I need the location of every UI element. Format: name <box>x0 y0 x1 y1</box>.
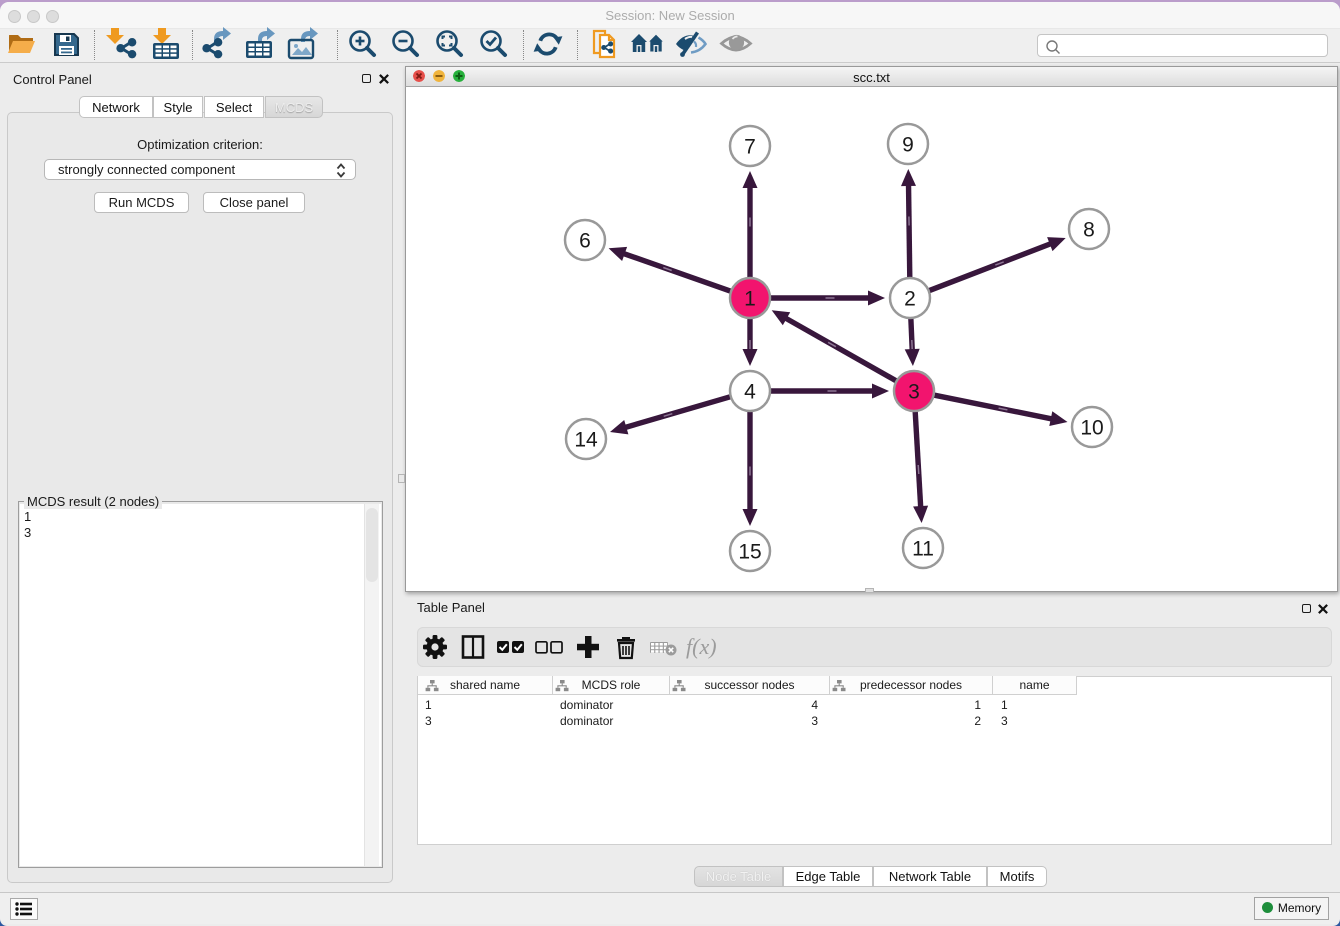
svg-text:10: 10 <box>1080 417 1103 440</box>
svg-text:11: 11 <box>912 538 934 561</box>
svg-text:6: 6 <box>579 230 591 253</box>
svg-text:15: 15 <box>738 541 761 564</box>
svg-text:2: 2 <box>904 288 916 311</box>
svg-text:8: 8 <box>1083 219 1095 242</box>
svg-text:4: 4 <box>744 381 756 404</box>
svg-text:14: 14 <box>574 429 598 452</box>
svg-text:3: 3 <box>908 381 920 404</box>
svg-text:1: 1 <box>744 288 756 311</box>
svg-text:7: 7 <box>744 136 756 159</box>
svg-text:9: 9 <box>902 134 914 157</box>
